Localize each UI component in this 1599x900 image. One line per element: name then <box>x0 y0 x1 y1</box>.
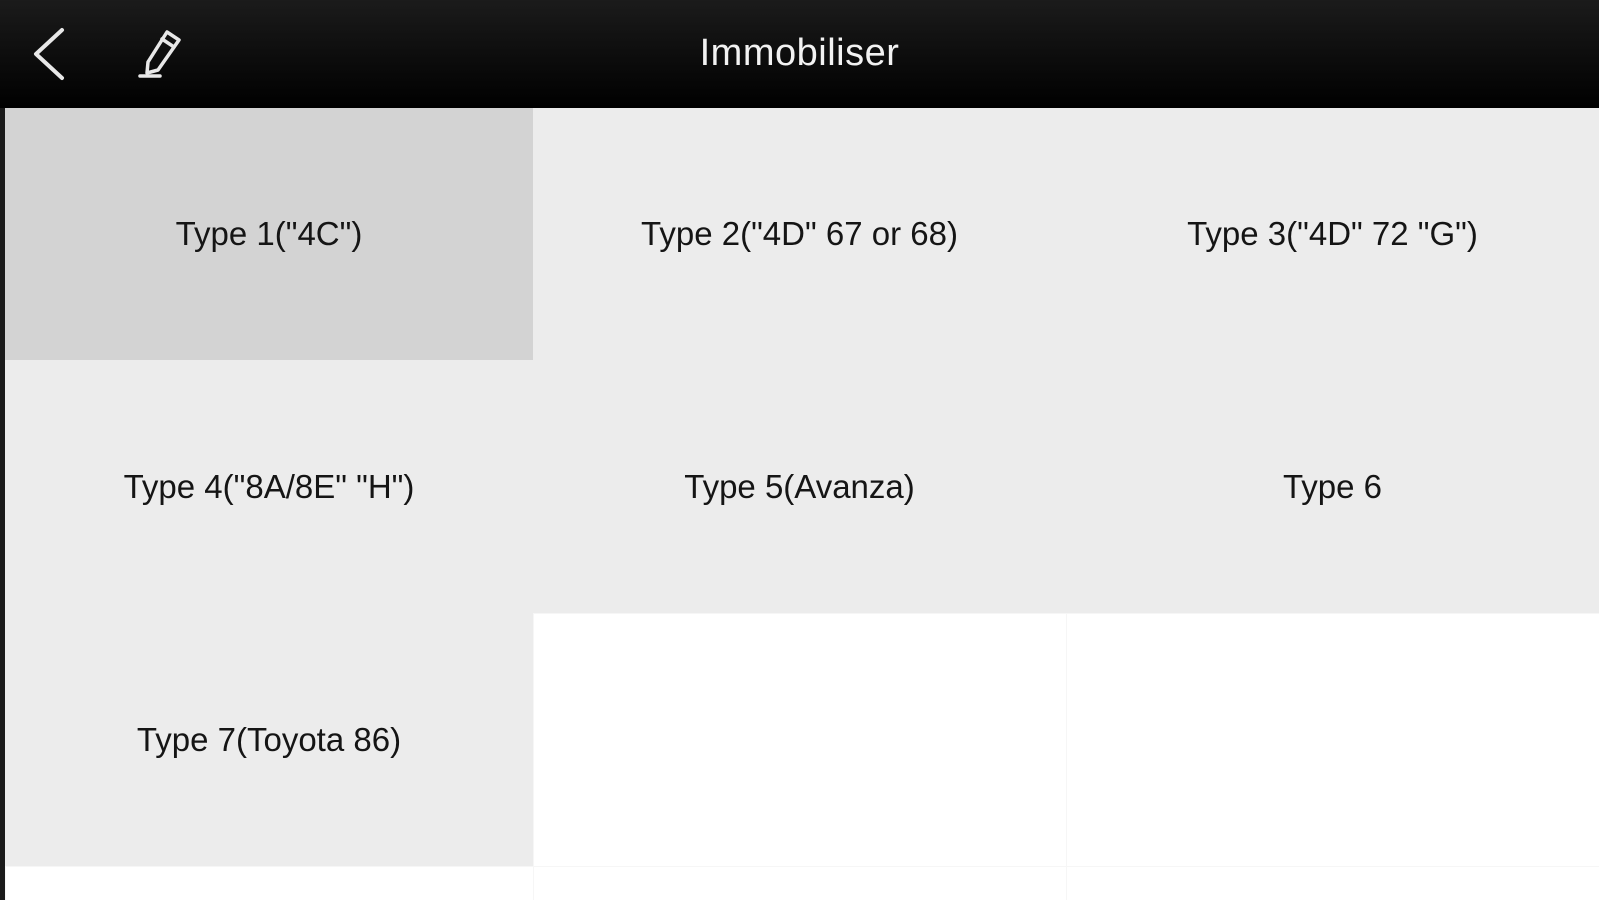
empty-cell <box>1066 613 1599 866</box>
empty-cell <box>1066 866 1599 900</box>
empty-cell <box>533 866 1066 900</box>
type-3-button[interactable]: Type 3("4D" 72 "G") <box>1066 108 1599 360</box>
type-4-button[interactable]: Type 4("8A/8E" "H") <box>5 360 533 613</box>
immobiliser-screen: Immobiliser Type 1("4C") Type 2("4D" 67 … <box>0 0 1599 900</box>
type-5-button[interactable]: Type 5(Avanza) <box>533 360 1066 613</box>
type-grid: Type 1("4C") Type 2("4D" 67 or 68) Type … <box>5 108 1599 900</box>
type-2-button[interactable]: Type 2("4D" 67 or 68) <box>533 108 1066 360</box>
type-1-button[interactable]: Type 1("4C") <box>5 108 533 360</box>
top-bar: Immobiliser <box>0 0 1599 108</box>
empty-cell <box>5 866 533 900</box>
page-title: Immobiliser <box>699 32 900 74</box>
type-6-button[interactable]: Type 6 <box>1066 360 1599 613</box>
empty-cell <box>533 613 1066 866</box>
type-7-button[interactable]: Type 7(Toyota 86) <box>5 613 533 866</box>
